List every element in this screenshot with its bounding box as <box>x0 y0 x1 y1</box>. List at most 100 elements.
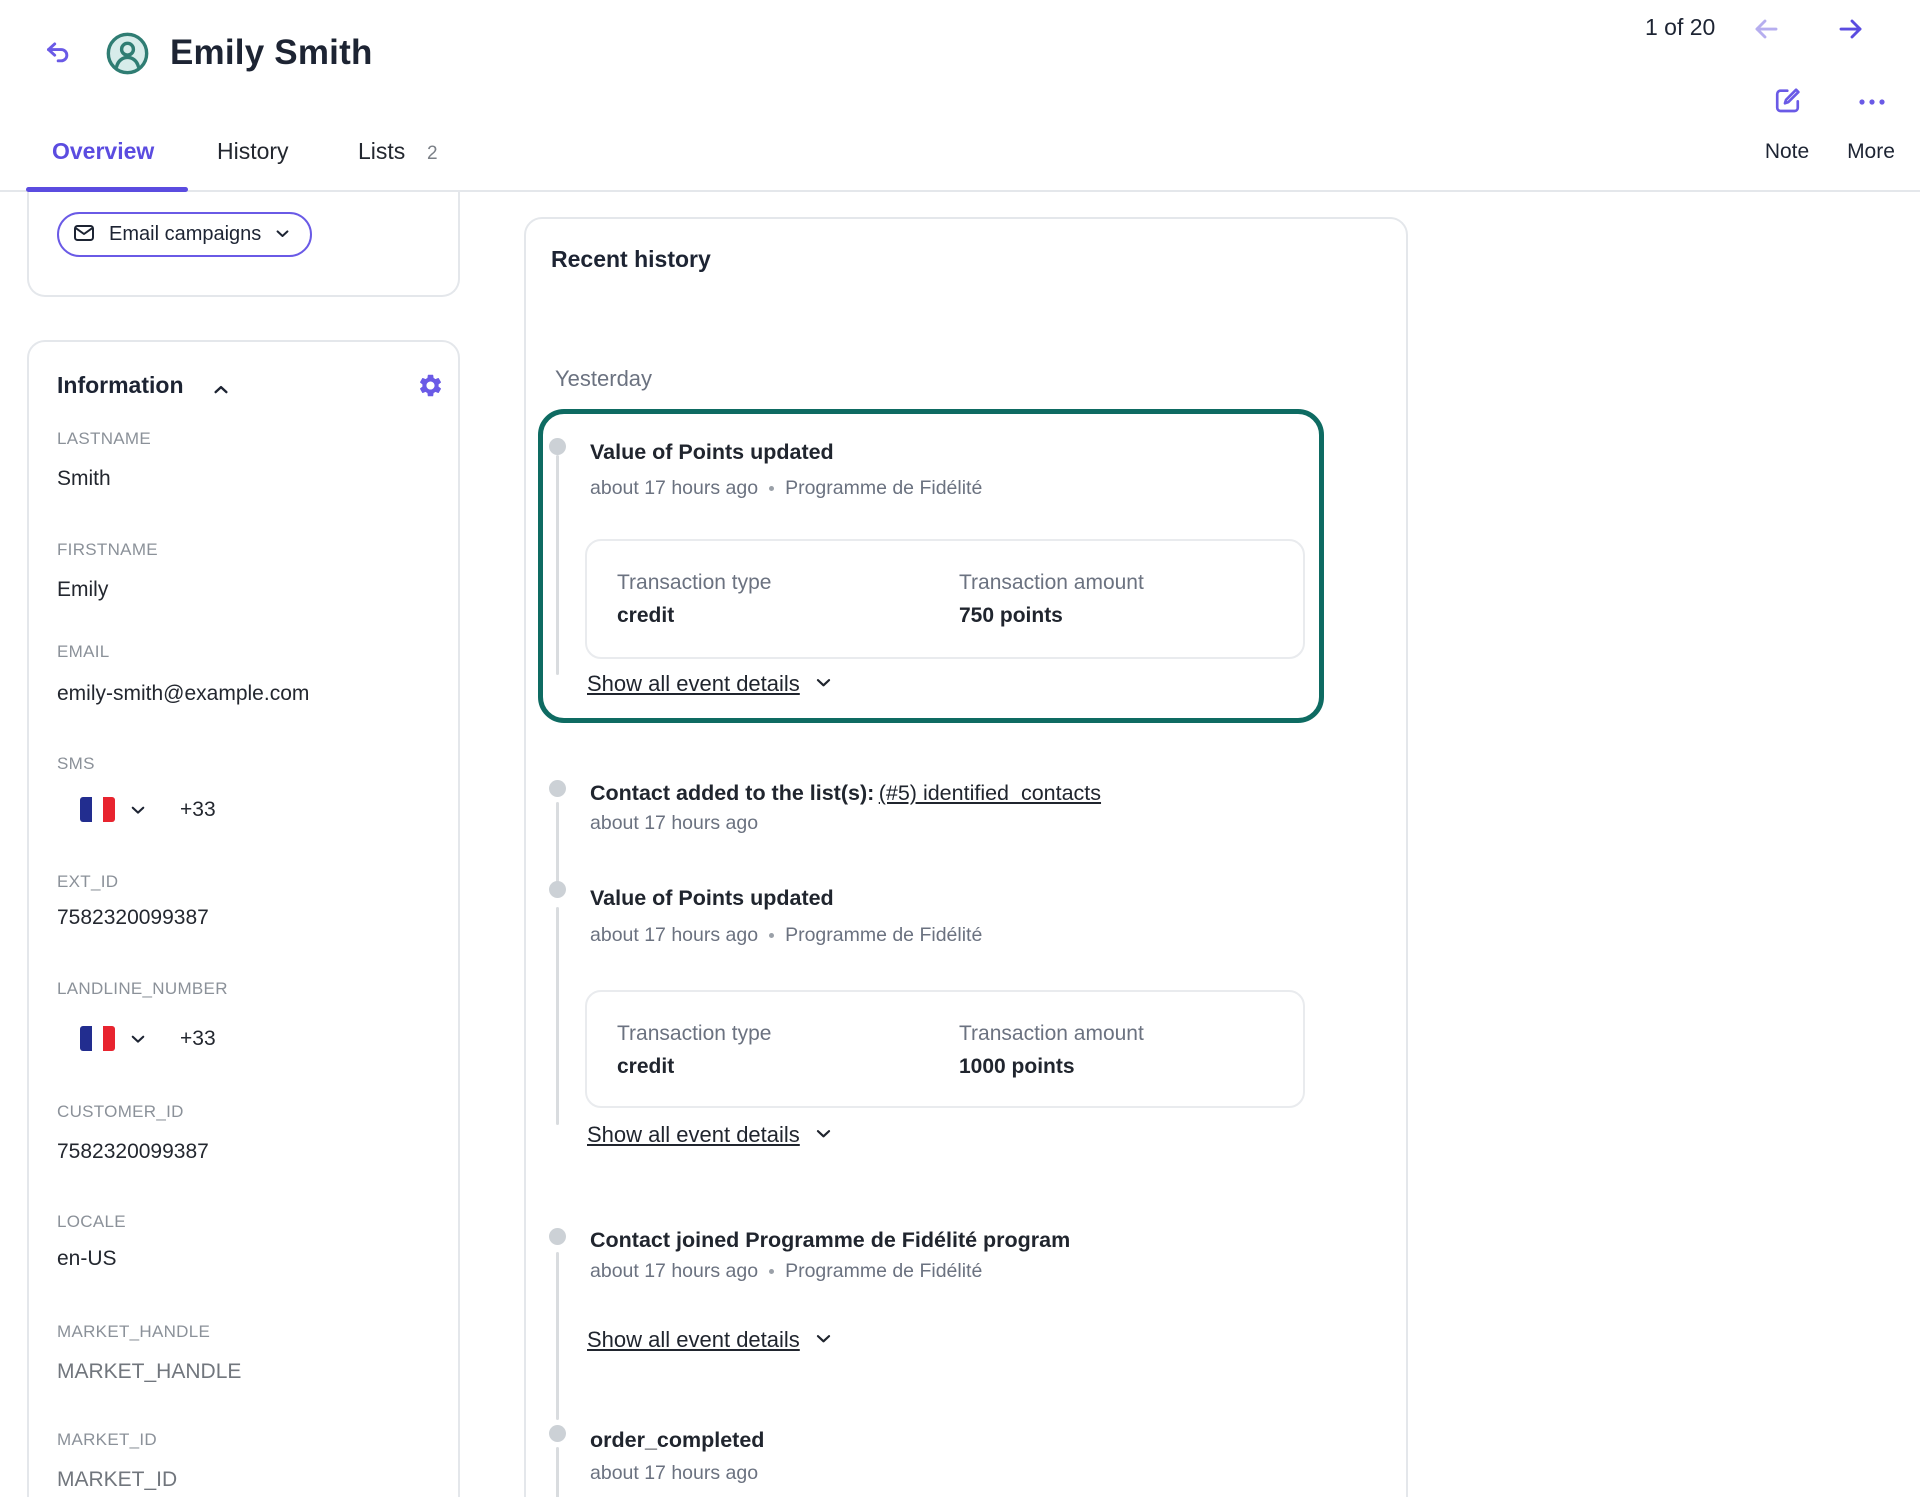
field-value: +33 <box>180 798 216 822</box>
field-value: Smith <box>57 467 111 491</box>
field-value: 7582320099387 <box>57 1140 209 1164</box>
transaction-type-column: Transaction type credit <box>617 1022 959 1106</box>
landline-country-dropdown[interactable] <box>80 1026 147 1051</box>
campaign-filter-card: Email campaigns <box>27 192 460 297</box>
note-button[interactable] <box>1760 86 1814 115</box>
transaction-amount-value: 750 points <box>959 604 1144 628</box>
back-arrow-icon <box>44 55 71 70</box>
event-meta: about 17 hours ago <box>590 812 758 835</box>
show-event-details-toggle[interactable]: Show all event details <box>587 1327 833 1353</box>
transaction-type-column: Transaction type credit <box>617 571 959 657</box>
field-value: MARKET_ID <box>57 1468 177 1492</box>
timeline-dot <box>549 438 566 455</box>
event-source: Programme de Fidélité <box>785 477 982 500</box>
field-value: +33 <box>180 1027 216 1051</box>
event-time: about 17 hours ago <box>590 1462 758 1485</box>
chevron-down-icon <box>274 225 291 245</box>
event-title: Contact joined Programme de Fidélité pro… <box>590 1227 1070 1254</box>
chevron-up-icon <box>211 388 231 403</box>
previous-contact-button[interactable] <box>1751 14 1781 44</box>
timeline-dot <box>549 780 566 797</box>
information-title: Information <box>57 372 184 399</box>
contact-detail-page: Emily Smith 1 of 20 Note <box>0 0 1920 1497</box>
transaction-type-label: Transaction type <box>617 571 959 595</box>
collapse-information-button[interactable] <box>211 380 231 400</box>
chevron-down-icon <box>129 1030 147 1048</box>
event-meta: about 17 hours ago Programme de Fidélité <box>590 924 982 947</box>
avatar <box>106 32 149 80</box>
show-event-details-label: Show all event details <box>587 1122 800 1148</box>
bullet-separator <box>769 933 774 938</box>
field-label: EMAIL <box>57 642 110 662</box>
tab-history[interactable]: History <box>217 138 289 165</box>
chevron-down-icon <box>814 673 833 695</box>
event-title-row: Contact added to the list(s): (#5) ident… <box>590 780 1101 807</box>
envelope-icon <box>72 221 96 248</box>
field-label: EXT_ID <box>57 872 118 892</box>
pager-count: 1 of 20 <box>1645 14 1715 41</box>
timeline-line <box>556 907 559 1125</box>
tab-overview[interactable]: Overview <box>52 138 154 165</box>
transaction-details-box: Transaction type credit Transaction amou… <box>585 539 1305 659</box>
more-button[interactable] <box>1850 94 1894 110</box>
bullet-separator <box>769 1269 774 1274</box>
event-title: Value of Points updated <box>590 885 834 912</box>
landline-phone-row: +33 <box>80 1026 216 1051</box>
chevron-down-icon <box>814 1329 833 1351</box>
france-flag-icon <box>80 797 115 822</box>
sms-country-dropdown[interactable] <box>80 797 147 822</box>
transaction-type-label: Transaction type <box>617 1022 959 1046</box>
event-meta: about 17 hours ago Programme de Fidélité <box>590 477 982 500</box>
tab-lists-badge: 2 <box>427 143 438 165</box>
field-label: MARKET_HANDLE <box>57 1322 210 1342</box>
field-label: CUSTOMER_ID <box>57 1102 184 1122</box>
transaction-type-value: credit <box>617 1055 959 1079</box>
timeline-dot <box>549 1228 566 1245</box>
list-link[interactable]: (#5) identified_contacts <box>879 781 1101 805</box>
sms-phone-row: +33 <box>80 797 216 822</box>
timeline-dot <box>549 1425 566 1442</box>
event-title: Value of Points updated <box>590 439 834 466</box>
event-source: Programme de Fidélité <box>785 924 982 947</box>
field-label: LOCALE <box>57 1212 126 1232</box>
event-time: about 17 hours ago <box>590 477 758 500</box>
field-label: LANDLINE_NUMBER <box>57 979 228 999</box>
show-event-details-toggle[interactable]: Show all event details <box>587 1122 833 1148</box>
next-contact-button[interactable] <box>1836 14 1866 44</box>
timeline-line <box>556 802 559 882</box>
france-flag-icon <box>80 1026 115 1051</box>
timeline-group-label: Yesterday <box>555 366 652 392</box>
field-value: 7582320099387 <box>57 906 209 930</box>
recent-history-title: Recent history <box>551 246 711 273</box>
field-value: en-US <box>57 1247 117 1271</box>
event-title: order_completed <box>590 1427 764 1454</box>
field-value: MARKET_HANDLE <box>57 1360 241 1384</box>
transaction-amount-label: Transaction amount <box>959 571 1144 595</box>
event-source: Programme de Fidélité <box>785 1260 982 1283</box>
arrow-right-icon <box>1836 32 1866 47</box>
show-event-details-label: Show all event details <box>587 671 800 697</box>
tab-lists[interactable]: Lists <box>358 138 405 165</box>
email-campaigns-dropdown[interactable]: Email campaigns <box>57 212 312 257</box>
event-meta: about 17 hours ago Programme de Fidélité <box>590 1260 982 1283</box>
timeline-line <box>556 1447 559 1497</box>
transaction-amount-label: Transaction amount <box>959 1022 1144 1046</box>
show-event-details-label: Show all event details <box>587 1327 800 1353</box>
transaction-details-box: Transaction type credit Transaction amou… <box>585 990 1305 1108</box>
transaction-type-value: credit <box>617 604 959 628</box>
chevron-down-icon <box>814 1124 833 1146</box>
more-button-label[interactable]: More <box>1831 140 1911 164</box>
note-button-label[interactable]: Note <box>1747 140 1827 164</box>
field-label: MARKET_ID <box>57 1430 157 1450</box>
field-label: FIRSTNAME <box>57 540 158 560</box>
timeline-line <box>556 1252 559 1420</box>
back-button[interactable] <box>44 40 71 67</box>
ellipsis-icon <box>1856 98 1888 113</box>
show-event-details-toggle[interactable]: Show all event details <box>587 671 833 697</box>
information-card: Information LASTNAME Smith FIRSTNAME Emi… <box>27 340 460 1497</box>
transaction-amount-column: Transaction amount 1000 points <box>959 1022 1144 1106</box>
page-title: Emily Smith <box>170 33 373 73</box>
event-time: about 17 hours ago <box>590 1260 758 1283</box>
information-settings-button[interactable] <box>417 372 444 399</box>
chevron-down-icon <box>129 801 147 819</box>
